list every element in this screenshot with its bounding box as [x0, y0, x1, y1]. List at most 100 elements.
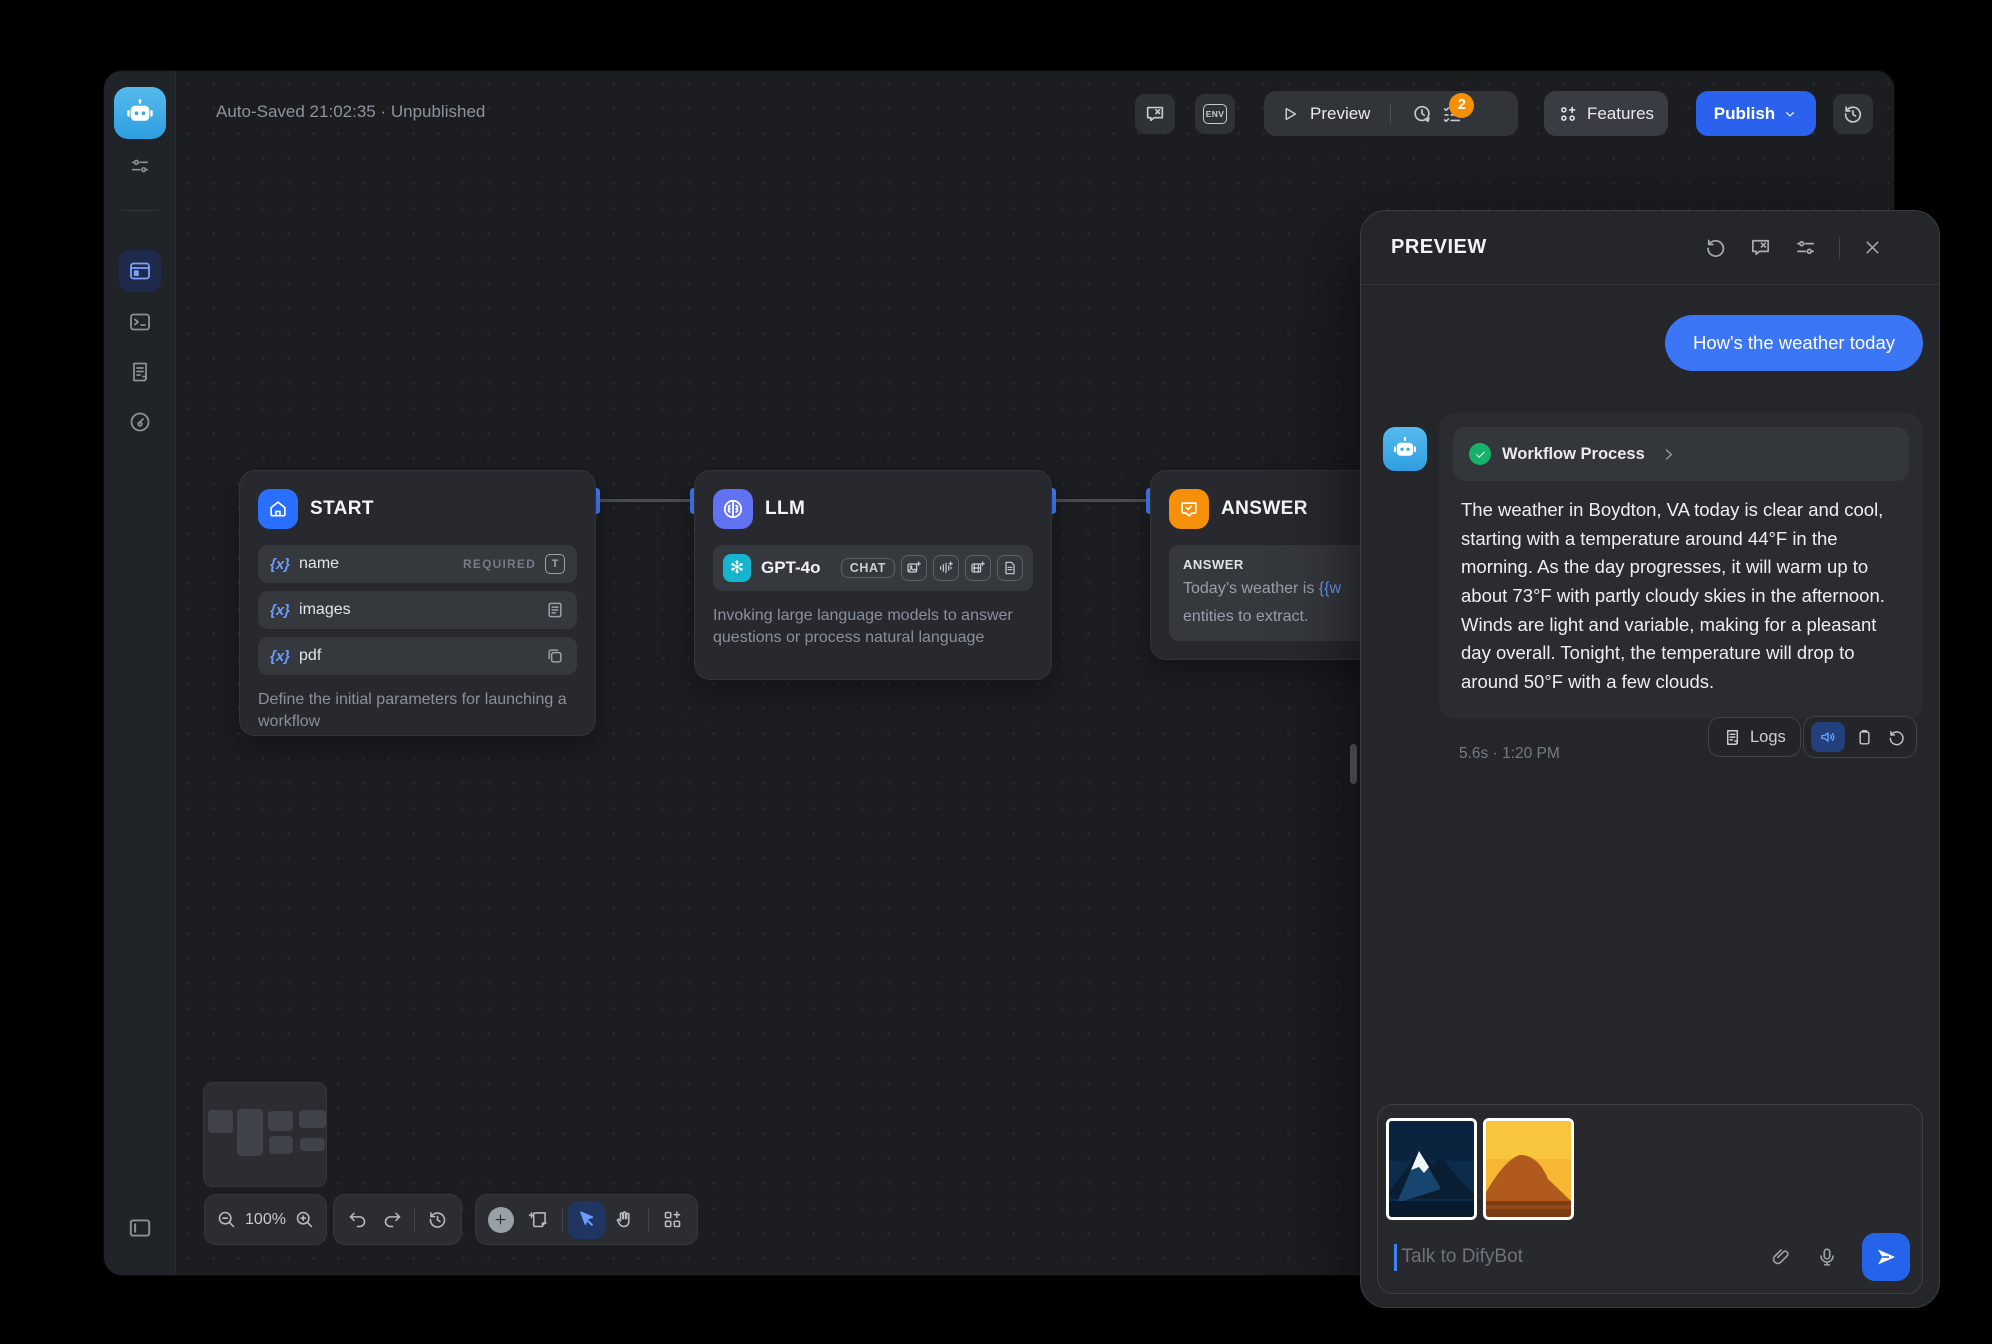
field-name-label: name — [299, 555, 339, 573]
divider — [648, 1208, 649, 1232]
left-sidebar — [104, 71, 176, 1275]
vision-capability-icon — [901, 555, 927, 581]
zoom-out-button[interactable] — [211, 1201, 243, 1239]
microphone-icon[interactable] — [1812, 1246, 1842, 1268]
hand-mode-button[interactable] — [605, 1201, 642, 1239]
chat-input[interactable]: Talk to DifyBot — [1394, 1231, 1910, 1283]
run-history-icon[interactable] — [1407, 103, 1437, 125]
add-note-button[interactable] — [519, 1201, 556, 1239]
annotation-icon[interactable] — [1749, 236, 1772, 259]
video-capability-icon — [965, 555, 991, 581]
bot-message-bubble: Workflow Process The weather in Boydton,… — [1439, 413, 1923, 719]
restart-conversation-icon[interactable] — [1704, 236, 1727, 259]
sidebar-divider — [122, 210, 158, 211]
start-field-images[interactable]: {x} images — [258, 591, 577, 629]
edge-start-llm — [596, 499, 694, 502]
message-meta: 5.6s · 1:20 PM — [1459, 745, 1560, 763]
chevron-right-icon — [1660, 446, 1677, 463]
regenerate-icon[interactable] — [1883, 728, 1909, 747]
bot-message-text: The weather in Boydton, VA today is clea… — [1461, 496, 1887, 697]
send-button[interactable] — [1862, 1233, 1910, 1281]
start-node-title: START — [310, 498, 374, 520]
annotation-button[interactable] — [1135, 94, 1175, 134]
add-node-button[interactable] — [482, 1201, 519, 1239]
chat-input-container: Talk to DifyBot — [1377, 1104, 1923, 1294]
sidebar-item-logs[interactable] — [119, 351, 161, 393]
bot-avatar — [1383, 427, 1427, 471]
publish-button[interactable]: Publish — [1696, 91, 1816, 136]
variable-icon: {x} — [270, 648, 290, 665]
features-button[interactable]: Features — [1544, 91, 1668, 136]
logs-button[interactable]: Logs — [1708, 717, 1801, 757]
llm-brain-icon — [713, 489, 753, 529]
copy-clipboard-icon[interactable] — [1851, 728, 1877, 747]
start-node[interactable]: START {x} name REQUIRED T {x} images — [239, 470, 596, 736]
sidebar-item-orchestrate[interactable] — [119, 250, 161, 292]
undo-redo-toolbar — [333, 1194, 462, 1245]
llm-node-description: Invoking large language models to answer… — [713, 605, 1033, 649]
success-check-icon — [1469, 443, 1491, 465]
canvas-minimap[interactable] — [203, 1082, 327, 1187]
pointer-mode-button[interactable] — [568, 1201, 605, 1239]
canvas-scrollbar[interactable] — [1350, 744, 1357, 784]
text-input-icon: T — [545, 554, 565, 574]
tools-sliders-icon[interactable] — [119, 145, 161, 187]
canvas-tools-toolbar — [475, 1194, 698, 1245]
workflow-process-label: Workflow Process — [1502, 445, 1645, 464]
undo-button[interactable] — [340, 1201, 375, 1239]
speaker-icon[interactable] — [1811, 722, 1845, 752]
zoom-level[interactable]: 100% — [243, 1211, 289, 1229]
logs-label: Logs — [1750, 728, 1786, 747]
sidebar-item-monitoring[interactable] — [119, 401, 161, 443]
paperclip-icon[interactable] — [1766, 1246, 1796, 1268]
preview-run-button[interactable]: Preview — [1310, 104, 1370, 124]
start-field-name[interactable]: {x} name REQUIRED T — [258, 545, 577, 583]
checklist-count-badge: 2 — [1449, 93, 1474, 118]
llm-node-title: LLM — [765, 498, 805, 520]
edge-llm-answer — [1052, 499, 1150, 502]
change-history-button[interactable] — [420, 1201, 455, 1239]
features-label: Features — [1587, 104, 1654, 124]
workflow-process-toggle[interactable]: Workflow Process — [1453, 427, 1909, 481]
preview-panel: PREVIEW How's the weather today — [1360, 210, 1940, 1308]
preview-header: PREVIEW — [1361, 211, 1939, 285]
collapse-sidebar-icon[interactable] — [119, 1207, 161, 1249]
variable-icon: {x} — [270, 556, 290, 573]
document-capability-icon — [997, 555, 1023, 581]
start-node-description: Define the initial parameters for launch… — [258, 689, 577, 733]
divider — [1390, 103, 1391, 125]
organize-blocks-button[interactable] — [654, 1201, 691, 1239]
play-icon[interactable] — [1280, 104, 1300, 124]
zoom-in-button[interactable] — [289, 1201, 321, 1239]
run-controls-group: Preview 2 — [1264, 91, 1518, 136]
model-selector[interactable]: ✻ GPT-4o CHAT — [713, 545, 1033, 591]
divider — [414, 1208, 415, 1232]
publish-label: Publish — [1714, 104, 1775, 124]
sidebar-item-terminal[interactable] — [119, 301, 161, 343]
answer-node-title: ANSWER — [1221, 498, 1308, 520]
model-name: GPT-4o — [761, 558, 821, 578]
llm-node[interactable]: LLM ✻ GPT-4o CHAT — [694, 470, 1052, 680]
checklist-icon[interactable]: 2 — [1437, 103, 1467, 125]
required-tag: REQUIRED — [463, 557, 536, 571]
close-icon[interactable] — [1862, 237, 1883, 258]
field-images-label: images — [299, 601, 351, 619]
answer-bubble-check-icon — [1169, 489, 1209, 529]
text-cursor — [1394, 1244, 1397, 1271]
env-variables-button[interactable]: ENV — [1195, 94, 1235, 134]
variable-icon: {x} — [270, 602, 290, 619]
attached-image-blue-mountain[interactable] — [1386, 1118, 1477, 1220]
settings-sliders-icon[interactable] — [1794, 236, 1817, 259]
copies-icon — [545, 646, 565, 666]
field-pdf-label: pdf — [299, 647, 321, 665]
attached-image-orange-mountain[interactable] — [1483, 1118, 1574, 1220]
start-field-pdf[interactable]: {x} pdf — [258, 637, 577, 675]
redo-button[interactable] — [375, 1201, 410, 1239]
version-history-button[interactable] — [1833, 94, 1873, 134]
autosave-status: Auto-Saved 21:02:35 · Unpublished — [216, 102, 485, 122]
app-logo-robot-icon[interactable] — [114, 87, 166, 139]
audio-capability-icon — [933, 555, 959, 581]
zoom-toolbar: 100% — [204, 1194, 327, 1245]
message-actions-group — [1803, 716, 1917, 758]
divider — [1839, 237, 1840, 259]
